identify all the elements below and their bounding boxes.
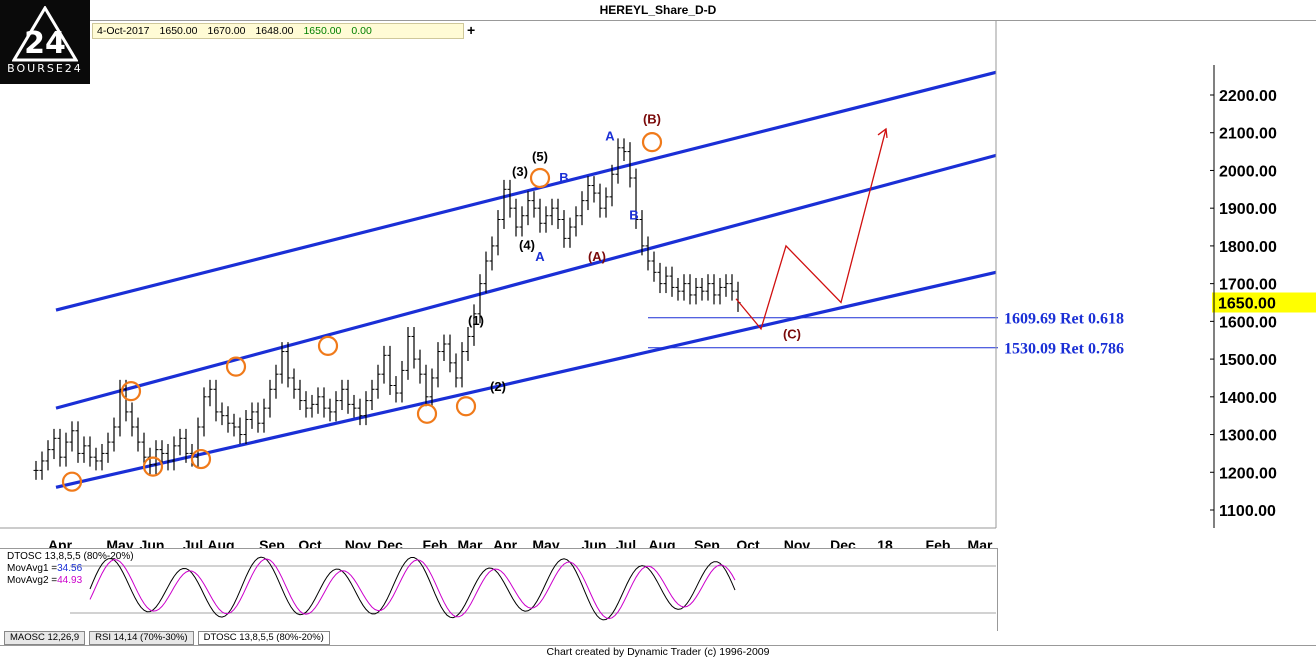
wave-label: B [629,208,638,223]
quote-close: 1650.00 [303,25,342,37]
oscillator-label: DTOSC 13,8,5,5 (80%-20%) [7,551,134,562]
osc-line-main [89,556,736,621]
x-tick-label: Feb [423,537,448,548]
quote-bar: 4-Oct-2017 1650.00 1670.00 1648.00 1650.00 0.… [92,23,464,39]
wave-label: A [535,249,545,264]
y-tick-label: 1500.00 [1219,352,1277,369]
wave-label: B [559,170,568,185]
quote-high: 1670.00 [207,25,246,37]
osc-line-signal [89,558,736,620]
wave-label: (C) [783,326,801,341]
retracement-label: 1530.09 Ret 0.786 [1004,341,1124,358]
wave-label: (B) [643,111,661,126]
x-tick-label: Aug [207,537,234,548]
pivot-circle [529,167,551,189]
oscillator-panel: DTOSC 13,8,5,5 (80%-20%) MovAvg1 =34.56 … [0,548,998,631]
movavg1-value: 34.56 [57,563,83,574]
pivot-circle [641,132,663,153]
retracement-label: 1609.69 Ret 0.618 [1004,311,1124,328]
y-tick-label: 1200.00 [1219,465,1277,482]
x-axis: Apr May Jun Jul Aug Sep Oct Nov Dec Feb Mar Apr May J… [48,537,993,548]
x-tick-label: Oct [298,537,322,548]
y-tick-label: 1100.00 [1219,503,1276,520]
pivot-circle [317,335,339,356]
movavg2-label: MovAvg2 = [7,575,58,586]
title-bar: HEREYL_Share_D-D [0,0,1316,21]
projection-arrowhead [877,127,888,139]
channel-line-lower [55,270,997,489]
price-bars [33,138,741,480]
movavg2-value: 44.93 [57,575,83,586]
last-price-marker: 1650.00 [1212,292,1316,313]
x-tick-label: May [532,537,559,548]
quote-low: 1648.00 [255,25,294,37]
pivot-circles [61,132,663,492]
wave-label: (5) [532,149,548,164]
x-tick-label: Nov [345,537,372,548]
channel-lines [55,70,997,489]
chart-title: HEREYL_Share_D-D [599,3,717,17]
wave-label: (3) [512,164,528,179]
y-tick-label: 1600.00 [1219,314,1277,331]
y-tick-label: 1700.00 [1219,277,1277,294]
y-tick-label: 1400.00 [1219,390,1277,407]
x-tick-label: Dec [830,537,856,548]
wave-label: (2) [490,379,506,394]
y-tick-label: 1800.00 [1219,239,1277,256]
movavg1-label: MovAvg1 = [7,563,58,574]
wave-label: (4) [519,238,535,253]
x-tick-label: Jun [140,537,165,548]
x-tick-label: May [106,537,133,548]
y-tick-label: 2200.00 [1219,88,1277,105]
tab-maosc[interactable]: MAOSC 12,26,9 [4,631,86,645]
quote-open: 1650.00 [159,25,198,37]
movavg2-row: MovAvg2 =44.93 [7,575,134,587]
x-tick-label: Oct [736,537,760,548]
indicator-tabs: MAOSC 12,26,9 RSI 14,14 (70%-30%) DTOSC 13… [0,631,330,645]
price-chart: 2200.00 2100.00 2000.00 1900.00 1800.00 1700.… [0,20,1316,548]
quote-change: 0.00 [351,25,372,37]
x-tick-label: Jun [582,537,607,548]
x-tick-label: Jul [183,537,203,548]
x-tick-label: Mar [968,537,993,548]
svg-text:24: 24 [24,26,66,61]
wave-label: (A) [588,249,606,264]
oscillator-chart [70,556,996,621]
x-tick-label: Dec [377,537,403,548]
quote-date: 4-Oct-2017 [97,25,150,37]
footer-credit: Chart created by Dynamic Trader (c) 1996… [546,646,770,658]
x-tick-label: Nov [784,537,811,548]
bourse24-logo: 24 BOURSE24 [0,0,90,84]
channel-line-middle [55,153,997,410]
movavg1-row: MovAvg1 =34.56 [7,563,134,575]
y-tick-label: 1300.00 [1219,428,1277,445]
wave-label: A [605,128,615,143]
x-tick-label: 18 [877,537,893,548]
x-tick-label: Jul [616,537,636,548]
channel-line-upper [55,70,997,312]
projection-path [735,127,888,331]
x-tick-label: Feb [926,537,951,548]
pivot-circle [455,396,477,417]
pivot-circle [416,403,438,424]
add-button[interactable]: + [467,22,475,38]
logo-mark-icon: 24 [12,6,78,62]
x-tick-label: Aug [648,537,675,548]
y-tick-label: 2000.00 [1219,163,1277,180]
tab-rsi[interactable]: RSI 14,14 (70%-30%) [89,631,194,645]
x-tick-label: Apr [493,537,518,548]
last-price-label: 1650.00 [1218,296,1276,313]
x-tick-label: Apr [48,537,73,548]
wave-label: (1) [468,313,484,328]
x-tick-label: Mar [458,537,483,548]
logo-text: BOURSE24 [7,62,83,75]
y-tick-label: 1900.00 [1219,201,1277,218]
projection-line [735,128,887,331]
tab-dtosc[interactable]: DTOSC 13,8,5,5 (80%-20%) [197,631,330,645]
y-tick-label: 2100.00 [1219,126,1277,143]
oscillator-legend: DTOSC 13,8,5,5 (80%-20%) MovAvg1 =34.56 … [7,551,134,587]
x-tick-label: Sep [259,537,285,548]
x-tick-label: Sep [694,537,720,548]
